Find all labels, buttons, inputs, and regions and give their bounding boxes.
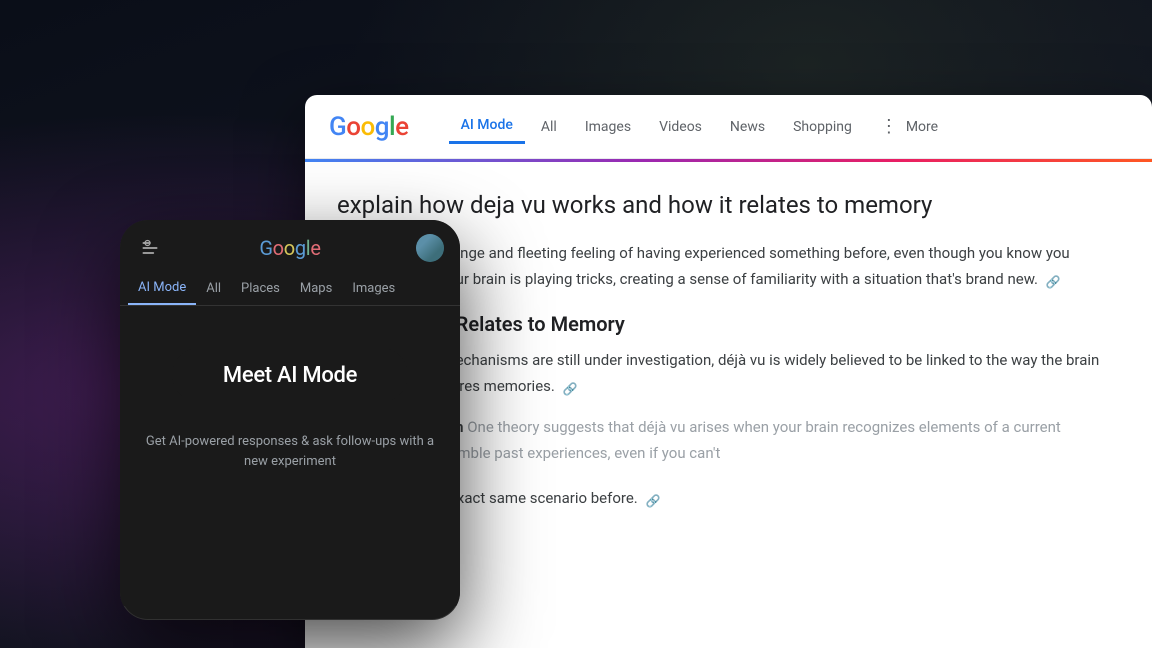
mobile-nav-places[interactable]: Places: [231, 273, 290, 304]
logo-g: G: [329, 112, 346, 142]
ai-mode-button[interactable]: Meet AI Mode: [170, 346, 410, 404]
mobile-logo-o2: o: [284, 236, 295, 260]
mobile-header: Google: [120, 220, 460, 272]
mobile-logo-o1: o: [273, 236, 284, 260]
mobile-subtitle: Get AI-powered responses & ask follow-up…: [140, 432, 440, 471]
nav-more-button[interactable]: ⋮ More: [868, 108, 950, 145]
nav-item-all[interactable]: All: [529, 111, 569, 143]
mobile-nav-ai-mode[interactable]: AI Mode: [128, 272, 196, 305]
more-label: More: [906, 119, 938, 135]
nav-item-ai-mode[interactable]: AI Mode: [449, 109, 525, 144]
mobile-google-logo: Google: [259, 236, 320, 260]
mobile-content: Meet AI Mode Get AI-powered responses & …: [120, 306, 460, 606]
link-icon-2: 🔗: [563, 379, 579, 395]
nav-item-shopping[interactable]: Shopping: [781, 111, 864, 143]
more-dots-icon: ⋮: [880, 116, 898, 137]
desktop-nav: AI Mode All Images Videos News Shopping …: [449, 108, 1128, 145]
mobile-logo-g: G: [259, 236, 272, 260]
mobile-logo-e: e: [310, 236, 320, 260]
mobile-nav-maps[interactable]: Maps: [290, 273, 342, 304]
nav-item-images[interactable]: Images: [573, 111, 643, 143]
mobile-nav: AI Mode All Places Maps Images: [120, 272, 460, 306]
logo-o2: o: [360, 112, 374, 142]
nav-item-news[interactable]: News: [718, 111, 777, 143]
mobile-nav-all[interactable]: All: [196, 273, 231, 304]
link-icon-3: 🔗: [645, 491, 661, 507]
mobile-menu-icon[interactable]: [136, 234, 164, 262]
mobile-phone: Google AI Mode All Places Maps Images Me…: [120, 220, 460, 620]
nav-item-videos[interactable]: Videos: [647, 111, 714, 143]
browser-header: Google AI Mode All Images Videos News Sh…: [305, 95, 1152, 159]
google-logo: Google: [329, 112, 409, 142]
ai-mode-button-label: Meet AI Mode: [223, 363, 357, 388]
logo-o1: o: [346, 112, 360, 142]
mobile-avatar[interactable]: [416, 234, 444, 262]
mobile-logo-g2: g: [295, 236, 306, 260]
link-icon-1: 🔗: [1046, 272, 1062, 288]
logo-e: e: [395, 112, 408, 142]
logo-g2: g: [375, 112, 389, 142]
mobile-nav-images[interactable]: Images: [342, 273, 405, 304]
query-title: explain how deja vu works and how it rel…: [337, 190, 1120, 221]
